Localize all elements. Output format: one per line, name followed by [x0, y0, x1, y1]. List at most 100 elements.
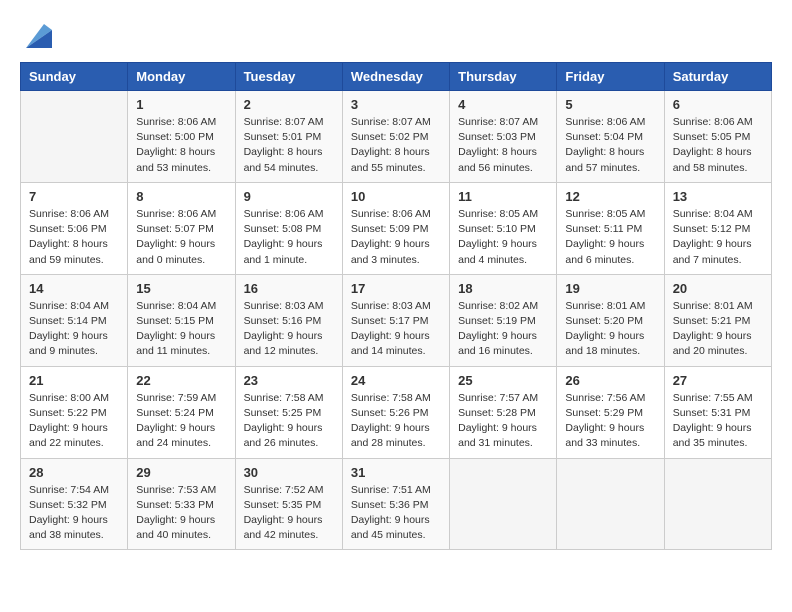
week-row-5: 28 Sunrise: 7:54 AM Sunset: 5:32 PM Dayli…: [21, 458, 772, 550]
day-cell: [664, 458, 771, 550]
day-cell: 12 Sunrise: 8:05 AM Sunset: 5:11 PM Dayli…: [557, 182, 664, 274]
day-info: Sunrise: 8:06 AM Sunset: 5:06 PM Dayligh…: [29, 207, 119, 268]
day-info: Sunrise: 7:51 AM Sunset: 5:36 PM Dayligh…: [351, 483, 441, 544]
day-cell: 4Sunrise: 8:07 AM Sunset: 5:03 PM Daylig…: [450, 91, 557, 183]
weekday-header-wednesday: Wednesday: [342, 63, 449, 91]
day-info: Sunrise: 7:56 AM Sunset: 5:29 PM Dayligh…: [565, 391, 655, 452]
week-row-3: 14Sunrise: 8:04 AM Sunset: 5:14 PM Dayli…: [21, 274, 772, 366]
day-cell: 23 Sunrise: 7:58 AM Sunset: 5:25 PM Dayli…: [235, 366, 342, 458]
day-info: Sunrise: 8:06 AM Sunset: 5:07 PM Dayligh…: [136, 207, 226, 268]
day-number: 30: [244, 465, 334, 480]
day-info: Sunrise: 7:58 AM Sunset: 5:25 PM Dayligh…: [244, 391, 334, 452]
day-cell: 3 Sunrise: 8:07 AM Sunset: 5:02 PM Daylig…: [342, 91, 449, 183]
day-cell: 8 Sunrise: 8:06 AM Sunset: 5:07 PM Daylig…: [128, 182, 235, 274]
day-number: 28: [29, 465, 119, 480]
day-number: 12: [565, 189, 655, 204]
day-cell: 15Sunrise: 8:04 AM Sunset: 5:15 PM Dayli…: [128, 274, 235, 366]
day-number: 9: [244, 189, 334, 204]
day-info: Sunrise: 8:03 AM Sunset: 5:16 PM Dayligh…: [244, 299, 334, 360]
day-info: Sunrise: 8:06 AM Sunset: 5:04 PM Dayligh…: [565, 115, 655, 176]
day-cell: 5 Sunrise: 8:06 AM Sunset: 5:04 PM Daylig…: [557, 91, 664, 183]
weekday-header-friday: Friday: [557, 63, 664, 91]
day-number: 13: [673, 189, 763, 204]
day-number: 14: [29, 281, 119, 296]
day-info: Sunrise: 8:04 AM Sunset: 5:12 PM Dayligh…: [673, 207, 763, 268]
day-number: 29: [136, 465, 226, 480]
day-number: 22: [136, 373, 226, 388]
day-info: Sunrise: 8:01 AM Sunset: 5:21 PM Dayligh…: [673, 299, 763, 360]
day-number: 20: [673, 281, 763, 296]
day-cell: 21Sunrise: 8:00 AM Sunset: 5:22 PM Dayli…: [21, 366, 128, 458]
day-cell: 17 Sunrise: 8:03 AM Sunset: 5:17 PM Dayli…: [342, 274, 449, 366]
day-number: 16: [244, 281, 334, 296]
day-cell: 31 Sunrise: 7:51 AM Sunset: 5:36 PM Dayli…: [342, 458, 449, 550]
day-cell: 29 Sunrise: 7:53 AM Sunset: 5:33 PM Dayli…: [128, 458, 235, 550]
day-info: Sunrise: 8:06 AM Sunset: 5:05 PM Dayligh…: [673, 115, 763, 176]
day-info: Sunrise: 8:06 AM Sunset: 5:08 PM Dayligh…: [244, 207, 334, 268]
day-info: Sunrise: 8:06 AM Sunset: 5:00 PM Dayligh…: [136, 115, 226, 176]
day-number: 5: [565, 97, 655, 112]
day-number: 31: [351, 465, 441, 480]
day-info: Sunrise: 8:01 AM Sunset: 5:20 PM Dayligh…: [565, 299, 655, 360]
day-cell: 11Sunrise: 8:05 AM Sunset: 5:10 PM Dayli…: [450, 182, 557, 274]
day-cell: 10 Sunrise: 8:06 AM Sunset: 5:09 PM Dayli…: [342, 182, 449, 274]
day-cell: [557, 458, 664, 550]
day-info: Sunrise: 7:52 AM Sunset: 5:35 PM Dayligh…: [244, 483, 334, 544]
day-number: 17: [351, 281, 441, 296]
day-cell: 26 Sunrise: 7:56 AM Sunset: 5:29 PM Dayli…: [557, 366, 664, 458]
day-cell: 6 Sunrise: 8:06 AM Sunset: 5:05 PM Daylig…: [664, 91, 771, 183]
day-cell: 7 Sunrise: 8:06 AM Sunset: 5:06 PM Daylig…: [21, 182, 128, 274]
day-cell: 22 Sunrise: 7:59 AM Sunset: 5:24 PM Dayli…: [128, 366, 235, 458]
day-cell: [21, 91, 128, 183]
header: [20, 20, 772, 46]
logo: [20, 20, 54, 46]
day-cell: 18 Sunrise: 8:02 AM Sunset: 5:19 PM Dayli…: [450, 274, 557, 366]
day-cell: 19Sunrise: 8:01 AM Sunset: 5:20 PM Dayli…: [557, 274, 664, 366]
day-number: 6: [673, 97, 763, 112]
day-info: Sunrise: 8:02 AM Sunset: 5:19 PM Dayligh…: [458, 299, 548, 360]
day-number: 27: [673, 373, 763, 388]
day-cell: 13 Sunrise: 8:04 AM Sunset: 5:12 PM Dayli…: [664, 182, 771, 274]
day-cell: 16 Sunrise: 8:03 AM Sunset: 5:16 PM Dayli…: [235, 274, 342, 366]
day-cell: 28 Sunrise: 7:54 AM Sunset: 5:32 PM Dayli…: [21, 458, 128, 550]
day-number: 3: [351, 97, 441, 112]
day-number: 15: [136, 281, 226, 296]
week-row-2: 7 Sunrise: 8:06 AM Sunset: 5:06 PM Daylig…: [21, 182, 772, 274]
day-info: Sunrise: 7:55 AM Sunset: 5:31 PM Dayligh…: [673, 391, 763, 452]
day-number: 7: [29, 189, 119, 204]
day-info: Sunrise: 7:59 AM Sunset: 5:24 PM Dayligh…: [136, 391, 226, 452]
day-cell: 27 Sunrise: 7:55 AM Sunset: 5:31 PM Dayli…: [664, 366, 771, 458]
day-cell: 24 Sunrise: 7:58 AM Sunset: 5:26 PM Dayli…: [342, 366, 449, 458]
day-info: Sunrise: 8:07 AM Sunset: 5:01 PM Dayligh…: [244, 115, 334, 176]
day-info: Sunrise: 8:03 AM Sunset: 5:17 PM Dayligh…: [351, 299, 441, 360]
day-number: 23: [244, 373, 334, 388]
day-info: Sunrise: 7:57 AM Sunset: 5:28 PM Dayligh…: [458, 391, 548, 452]
day-info: Sunrise: 7:58 AM Sunset: 5:26 PM Dayligh…: [351, 391, 441, 452]
day-info: Sunrise: 8:07 AM Sunset: 5:02 PM Dayligh…: [351, 115, 441, 176]
day-info: Sunrise: 7:54 AM Sunset: 5:32 PM Dayligh…: [29, 483, 119, 544]
day-cell: 2 Sunrise: 8:07 AM Sunset: 5:01 PM Daylig…: [235, 91, 342, 183]
week-row-4: 21Sunrise: 8:00 AM Sunset: 5:22 PM Dayli…: [21, 366, 772, 458]
day-cell: 20 Sunrise: 8:01 AM Sunset: 5:21 PM Dayli…: [664, 274, 771, 366]
day-info: Sunrise: 8:05 AM Sunset: 5:11 PM Dayligh…: [565, 207, 655, 268]
day-number: 25: [458, 373, 548, 388]
day-number: 18: [458, 281, 548, 296]
day-number: 2: [244, 97, 334, 112]
day-number: 10: [351, 189, 441, 204]
day-info: Sunrise: 7:53 AM Sunset: 5:33 PM Dayligh…: [136, 483, 226, 544]
day-cell: [450, 458, 557, 550]
weekday-header-tuesday: Tuesday: [235, 63, 342, 91]
day-number: 26: [565, 373, 655, 388]
day-number: 8: [136, 189, 226, 204]
calendar-table: SundayMondayTuesdayWednesdayThursdayFrid…: [20, 62, 772, 550]
weekday-header-sunday: Sunday: [21, 63, 128, 91]
day-info: Sunrise: 8:06 AM Sunset: 5:09 PM Dayligh…: [351, 207, 441, 268]
day-cell: 14Sunrise: 8:04 AM Sunset: 5:14 PM Dayli…: [21, 274, 128, 366]
logo-icon: [24, 20, 54, 50]
weekday-header-row: SundayMondayTuesdayWednesdayThursdayFrid…: [21, 63, 772, 91]
day-number: 24: [351, 373, 441, 388]
weekday-header-thursday: Thursday: [450, 63, 557, 91]
day-cell: 1Sunrise: 8:06 AM Sunset: 5:00 PM Daylig…: [128, 91, 235, 183]
day-cell: 9 Sunrise: 8:06 AM Sunset: 5:08 PM Daylig…: [235, 182, 342, 274]
day-number: 4: [458, 97, 548, 112]
